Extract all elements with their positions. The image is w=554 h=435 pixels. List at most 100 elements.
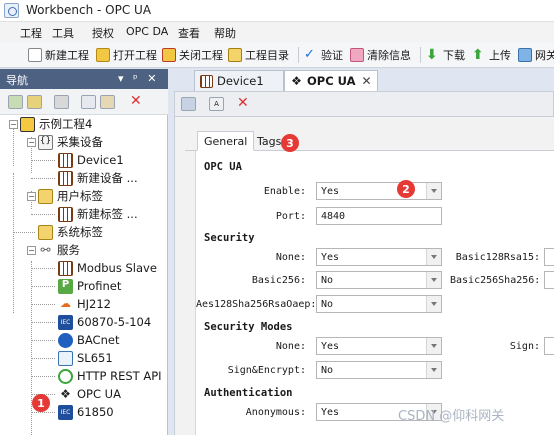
basic256sha-select[interactable] [544, 271, 554, 289]
menu-tools[interactable]: 工具 [52, 25, 74, 41]
tree-svc-modbus[interactable]: Modbus Slave [58, 259, 157, 277]
menu-view[interactable]: 查看 [178, 25, 200, 41]
save-icon[interactable] [181, 97, 196, 111]
tree-label: OPC UA [77, 387, 121, 401]
tab-opcua[interactable]: ❖ OPC UA ✕ [284, 70, 378, 91]
paste-icon[interactable] [100, 95, 115, 109]
sign-encrypt-select[interactable]: No [316, 361, 442, 379]
tree-collect-devices[interactable]: {} 采集设备 [38, 133, 103, 151]
tree-root[interactable]: 示例工程4 [20, 115, 92, 133]
tree-user-tags[interactable]: 用户标签 [38, 187, 103, 205]
tree-device1[interactable]: Device1 [58, 151, 124, 169]
tree-label: HTTP REST API [77, 369, 162, 383]
project-dir-button[interactable]: 工程目录 [228, 46, 289, 64]
collapse-toggle[interactable]: − [9, 120, 18, 129]
security-none-value: Yes [321, 252, 340, 263]
device-icon [58, 152, 73, 168]
tree-svc-bacnet[interactable]: BACnet [58, 331, 119, 349]
mode-none-select[interactable]: Yes [316, 337, 442, 355]
sign-select[interactable] [544, 337, 554, 355]
basic128-select[interactable] [544, 248, 554, 266]
open-project-button[interactable]: 打开工程 [96, 46, 157, 64]
project-tree: − 示例工程4 − {} 采集设备 Device1 新建设备 ... − 用户标… [0, 115, 168, 435]
annotation-badge-2: 2 [397, 180, 415, 198]
close-project-button[interactable]: 关闭工程 [162, 46, 223, 64]
chevron-down-icon [426, 183, 441, 199]
menu-help[interactable]: 帮助 [214, 25, 236, 41]
anonymous-label: Anonymous: [245, 407, 306, 418]
tag-icon [38, 188, 53, 204]
opcua-icon: ❖ [291, 73, 302, 88]
add-device-icon[interactable] [8, 95, 23, 109]
tree-svc-hj212[interactable]: ☁ HJ212 [58, 295, 111, 313]
verify-button[interactable]: ✓ 验证 [304, 46, 343, 64]
system-tag-icon [38, 224, 53, 240]
menu-bar: 工程 工具 授权 OPC DA 查看 帮助 [0, 22, 554, 42]
iec61850-icon: IEC [58, 404, 73, 420]
upload-button[interactable]: ⬆ 上传 [472, 46, 511, 64]
download-button[interactable]: ⬇ 下载 [426, 46, 465, 64]
section-opcua: OPC UA [204, 161, 242, 173]
chevron-down-icon [426, 338, 441, 354]
add-folder-icon[interactable] [27, 95, 42, 109]
download-label: 下载 [443, 49, 465, 62]
new-project-button[interactable]: 新建工程 [28, 46, 89, 64]
braces-icon: {} [38, 134, 53, 150]
tree-svc-61850[interactable]: IEC 61850 [58, 403, 114, 421]
section-security: Security [204, 232, 255, 244]
enable-select[interactable]: Yes [316, 182, 442, 200]
tree-svc-http[interactable]: HTTP REST API [58, 367, 162, 385]
tree-system-tags[interactable]: 系统标签 [38, 223, 103, 241]
gateway-button[interactable]: 网关 [518, 46, 554, 64]
properties-icon[interactable] [54, 95, 69, 109]
tree-svc-opcua[interactable]: ❖ OPC UA [58, 385, 121, 403]
sign-label: Sign: [509, 341, 540, 352]
tree-label: 采集设备 [57, 135, 103, 149]
globe-icon [58, 368, 73, 384]
eraser-icon [350, 48, 364, 62]
aes-select[interactable]: No [316, 295, 442, 313]
document-toolbar: A ✕ [174, 91, 554, 117]
document-tabs: Device1 ❖ OPC UA ✕ [168, 69, 554, 91]
tree-root-label: 示例工程4 [39, 117, 93, 131]
copy-icon[interactable] [81, 95, 96, 109]
basic256-select[interactable]: No [316, 271, 442, 289]
app-icon [4, 3, 19, 18]
chevron-down-icon [426, 249, 441, 265]
tree-svc-iec104[interactable]: IEC 60870-5-104 [58, 313, 151, 331]
basic256-value: No [321, 275, 334, 286]
clear-info-button[interactable]: 清除信息 [350, 46, 411, 64]
port-field[interactable]: 4840 [316, 207, 442, 225]
toolbar-separator [420, 47, 421, 63]
port-value: 4840 [321, 211, 346, 222]
rename-icon[interactable]: A [209, 97, 224, 111]
close-icon[interactable]: ✕ [362, 74, 372, 88]
delete-icon[interactable]: ✕ [130, 93, 142, 109]
tab-device1[interactable]: Device1 [194, 70, 284, 91]
tree-services[interactable]: ⚯ 服务 [38, 241, 80, 259]
collapse-toggle[interactable]: − [27, 192, 36, 201]
tree-new-device[interactable]: 新建设备 ... [58, 169, 138, 187]
chevron-down-icon [426, 272, 441, 288]
section-authentication: Authentication [204, 387, 293, 399]
menu-license[interactable]: 授权 [92, 25, 114, 41]
port-label: Port: [275, 211, 306, 222]
tab-label: OPC UA [307, 74, 356, 88]
open-folder-icon [96, 48, 110, 62]
tree-svc-sl651[interactable]: SL651 [58, 349, 113, 367]
nav-window-controls[interactable]: ▾ ᵖ ✕ [118, 72, 159, 85]
tab-general[interactable]: General [197, 131, 255, 151]
tree-new-tag[interactable]: 新建标签 ... [58, 205, 138, 223]
menu-opcda[interactable]: OPC DA [126, 25, 168, 38]
security-none-select[interactable]: Yes [316, 248, 442, 266]
menu-project[interactable]: 工程 [20, 25, 42, 41]
tab-label: Device1 [217, 74, 264, 88]
collapse-toggle[interactable]: − [27, 246, 36, 255]
tree-label: 60870-5-104 [77, 315, 152, 329]
collapse-toggle[interactable]: − [27, 138, 36, 147]
tree-svc-profinet[interactable]: P Profinet [58, 277, 121, 295]
gateway-label: 网关 [535, 49, 554, 62]
upload-arrow-icon: ⬆ [472, 47, 484, 63]
delete-icon[interactable]: ✕ [237, 95, 249, 111]
navigation-panel: 导航 ▾ ᵖ ✕ ✕ − 示例工程4 − {} 采集设备 Device1 新建设… [0, 69, 168, 435]
